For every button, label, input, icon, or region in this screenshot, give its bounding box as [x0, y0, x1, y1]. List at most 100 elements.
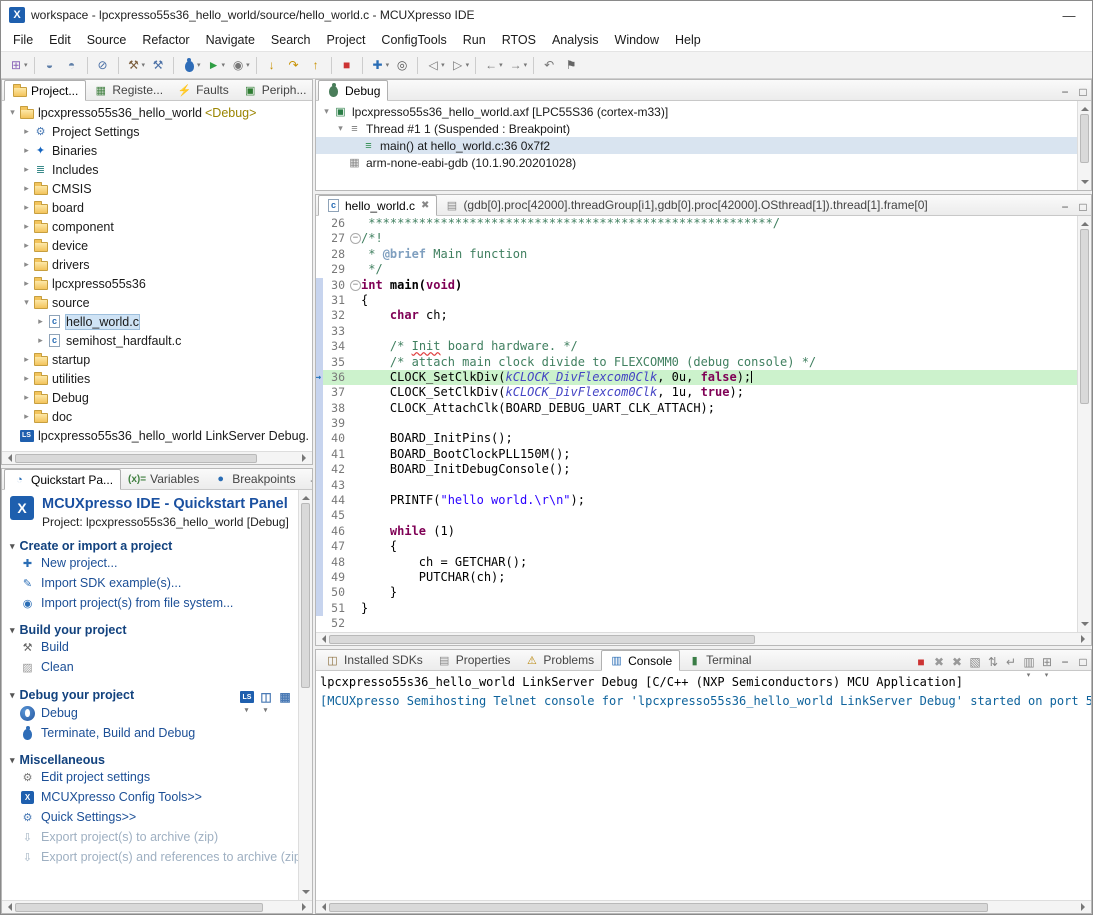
- quickstart-section-header[interactable]: ▾Build your project: [10, 623, 290, 637]
- new-wizard-dropdown-icon[interactable]: ▾: [24, 61, 28, 69]
- line-number[interactable]: 29: [323, 262, 349, 277]
- menu-project[interactable]: Project: [319, 30, 374, 50]
- line-number[interactable]: 38: [323, 401, 349, 416]
- code-line-37[interactable]: 37 CLOCK_SetClkDiv(kCLOCK_DivFlexcom0Clk…: [316, 385, 1077, 400]
- editor-tab-hello-world-c[interactable]: hello_world.c✖: [318, 195, 437, 216]
- fold-marker-icon[interactable]: [349, 231, 361, 246]
- hscroll-thumb[interactable]: [329, 903, 988, 912]
- code-line-43[interactable]: 43: [316, 478, 1077, 493]
- code-line-38[interactable]: 38 CLOCK_AttachClk(BOARD_DEBUG_UART_CLK_…: [316, 401, 1077, 416]
- project-tree-item[interactable]: ▸Debug: [2, 388, 312, 407]
- line-number[interactable]: 36: [323, 370, 349, 385]
- remove-all-terminated[interactable]: ✖: [946, 652, 962, 668]
- code-line-34[interactable]: 34 /* Init board hardware. */: [316, 339, 1077, 354]
- code-line-49[interactable]: 49 PUTCHAR(ch);: [316, 570, 1077, 585]
- quickstart-section-header[interactable]: ▾Miscellaneous: [10, 753, 290, 767]
- project-tree-item[interactable]: ▸≣Includes: [2, 160, 312, 179]
- code-line-40[interactable]: 40 BOARD_InitPins();: [316, 431, 1077, 446]
- menu-edit[interactable]: Edit: [41, 30, 79, 50]
- quickstart-action-new-project[interactable]: ✚New project...: [10, 553, 290, 573]
- new-source-file-dropdown-icon[interactable]: ▾: [386, 61, 390, 69]
- minimize-view[interactable]: −: [1054, 82, 1070, 98]
- debug-tree-item[interactable]: ▾▣lpcxpresso55s36_hello_world.axf [LPC55…: [316, 103, 1077, 120]
- scroll-right-icon[interactable]: [1078, 901, 1091, 914]
- minimize-view[interactable]: −: [303, 471, 313, 487]
- line-number[interactable]: 51: [323, 601, 349, 616]
- expand-arrow-icon[interactable]: ▸: [20, 411, 33, 422]
- quickstart-action-build[interactable]: ⚒Build: [10, 637, 290, 657]
- expand-arrow-icon[interactable]: ▸: [34, 335, 47, 346]
- code-line-33[interactable]: 33: [316, 324, 1077, 339]
- editor-vscrollbar[interactable]: [1077, 216, 1091, 632]
- line-number[interactable]: 41: [323, 447, 349, 462]
- line-number[interactable]: 50: [323, 585, 349, 600]
- line-number[interactable]: 47: [323, 539, 349, 554]
- collapse-arrow-icon[interactable]: ▾: [20, 297, 33, 308]
- scroll-right-icon[interactable]: [1078, 633, 1091, 646]
- code-line-44[interactable]: 44 PRINTF("hello world.\r\n");: [316, 493, 1077, 508]
- line-number[interactable]: 37: [323, 385, 349, 400]
- project-tree-item[interactable]: ▸drivers: [2, 255, 312, 274]
- quickstart-action-import-project-s-from-file-system[interactable]: ◉Import project(s) from file system...: [10, 593, 290, 613]
- code-line-50[interactable]: 50 }: [316, 585, 1077, 600]
- expand-arrow-icon[interactable]: ▸: [20, 240, 33, 251]
- project-tab-project[interactable]: Project...: [4, 80, 86, 101]
- build[interactable]: ⚒▾: [123, 55, 148, 75]
- project-tab-registe[interactable]: ▦Registe...: [86, 80, 170, 100]
- quickstart-action-mcuxpresso-config-tools[interactable]: MCUXpresso Config Tools>>: [10, 787, 290, 807]
- quickstart-action-quick-settings[interactable]: ⚙Quick Settings>>: [10, 807, 290, 827]
- project-tree-item[interactable]: ▸CMSIS: [2, 179, 312, 198]
- line-number[interactable]: 27: [323, 231, 349, 246]
- hscroll-thumb[interactable]: [15, 903, 263, 912]
- expand-arrow-icon[interactable]: ▸: [34, 316, 47, 327]
- run[interactable]: ►▾: [203, 55, 228, 75]
- line-number[interactable]: 34: [323, 339, 349, 354]
- terminate-console[interactable]: ■: [910, 652, 926, 668]
- line-number[interactable]: 42: [323, 462, 349, 477]
- line-number[interactable]: 39: [323, 416, 349, 431]
- editor-hscrollbar[interactable]: [316, 632, 1091, 645]
- line-number[interactable]: 48: [323, 555, 349, 570]
- menu-run[interactable]: Run: [455, 30, 494, 50]
- minimize-window-button[interactable]: —: [1054, 8, 1084, 23]
- project-tree-item[interactable]: ▸⚙Project Settings: [2, 122, 312, 141]
- menu-configtools[interactable]: ConfigTools: [373, 30, 454, 50]
- scroll-left-icon[interactable]: [2, 452, 15, 465]
- line-number[interactable]: 35: [323, 355, 349, 370]
- vscroll-thumb[interactable]: [1080, 229, 1089, 404]
- editor-tab-gdb-0-proc-42000-threadgroup-i1-gdb-0-proc-42000-osthread-1-thread-1-frame-0[interactable]: ▤(gdb[0].proc[42000].threadGroup[i1],gdb…: [437, 195, 934, 215]
- debug-tree-item[interactable]: ▾≡Thread #1 1 (Suspended : Breakpoint): [316, 120, 1077, 137]
- quickstart-section-header[interactable]: ▾Create or import a project: [10, 539, 290, 553]
- project-tree-item[interactable]: ▸startup: [2, 350, 312, 369]
- scroll-up-icon[interactable]: [1078, 101, 1091, 114]
- line-number[interactable]: 43: [323, 478, 349, 493]
- hscroll-thumb[interactable]: [15, 454, 257, 463]
- debug-tab-debug[interactable]: Debug: [318, 80, 388, 101]
- scroll-up-icon[interactable]: [1078, 216, 1091, 229]
- project-tree-item[interactable]: ▸✦Binaries: [2, 141, 312, 160]
- expand-arrow-icon[interactable]: ▸: [20, 259, 33, 270]
- fold-marker-icon[interactable]: [349, 278, 361, 293]
- save-all[interactable]: ◓: [61, 55, 83, 75]
- line-number[interactable]: 31: [323, 293, 349, 308]
- step-over[interactable]: ↷: [283, 55, 305, 75]
- console-tab-properties[interactable]: ▤Properties: [430, 650, 518, 670]
- forward[interactable]: →▾: [505, 55, 530, 75]
- skip-all-breakpoints[interactable]: ⊘: [92, 55, 114, 75]
- expand-arrow-icon[interactable]: ▸: [20, 126, 33, 137]
- code-line-48[interactable]: 48 ch = GETCHAR();: [316, 555, 1077, 570]
- build-all[interactable]: ⚒: [147, 55, 169, 75]
- code-line-32[interactable]: 32 char ch;: [316, 308, 1077, 323]
- save[interactable]: ◒: [39, 55, 61, 75]
- code-line-27[interactable]: 27/*!: [316, 231, 1077, 246]
- line-number[interactable]: 46: [323, 524, 349, 539]
- quickstart-tab-variables[interactable]: (x)=Variables: [121, 469, 206, 489]
- expand-arrow-icon[interactable]: ▸: [20, 354, 33, 365]
- pin-editor[interactable]: ⚑: [560, 55, 582, 75]
- expand-arrow-icon[interactable]: ▸: [20, 392, 33, 403]
- scroll-down-icon[interactable]: [1078, 619, 1091, 632]
- back-dropdown-icon[interactable]: ▾: [499, 61, 503, 69]
- collapse-arrow-icon[interactable]: ▾: [10, 755, 15, 766]
- expand-arrow-icon[interactable]: ▸: [20, 164, 33, 175]
- line-number[interactable]: 49: [323, 570, 349, 585]
